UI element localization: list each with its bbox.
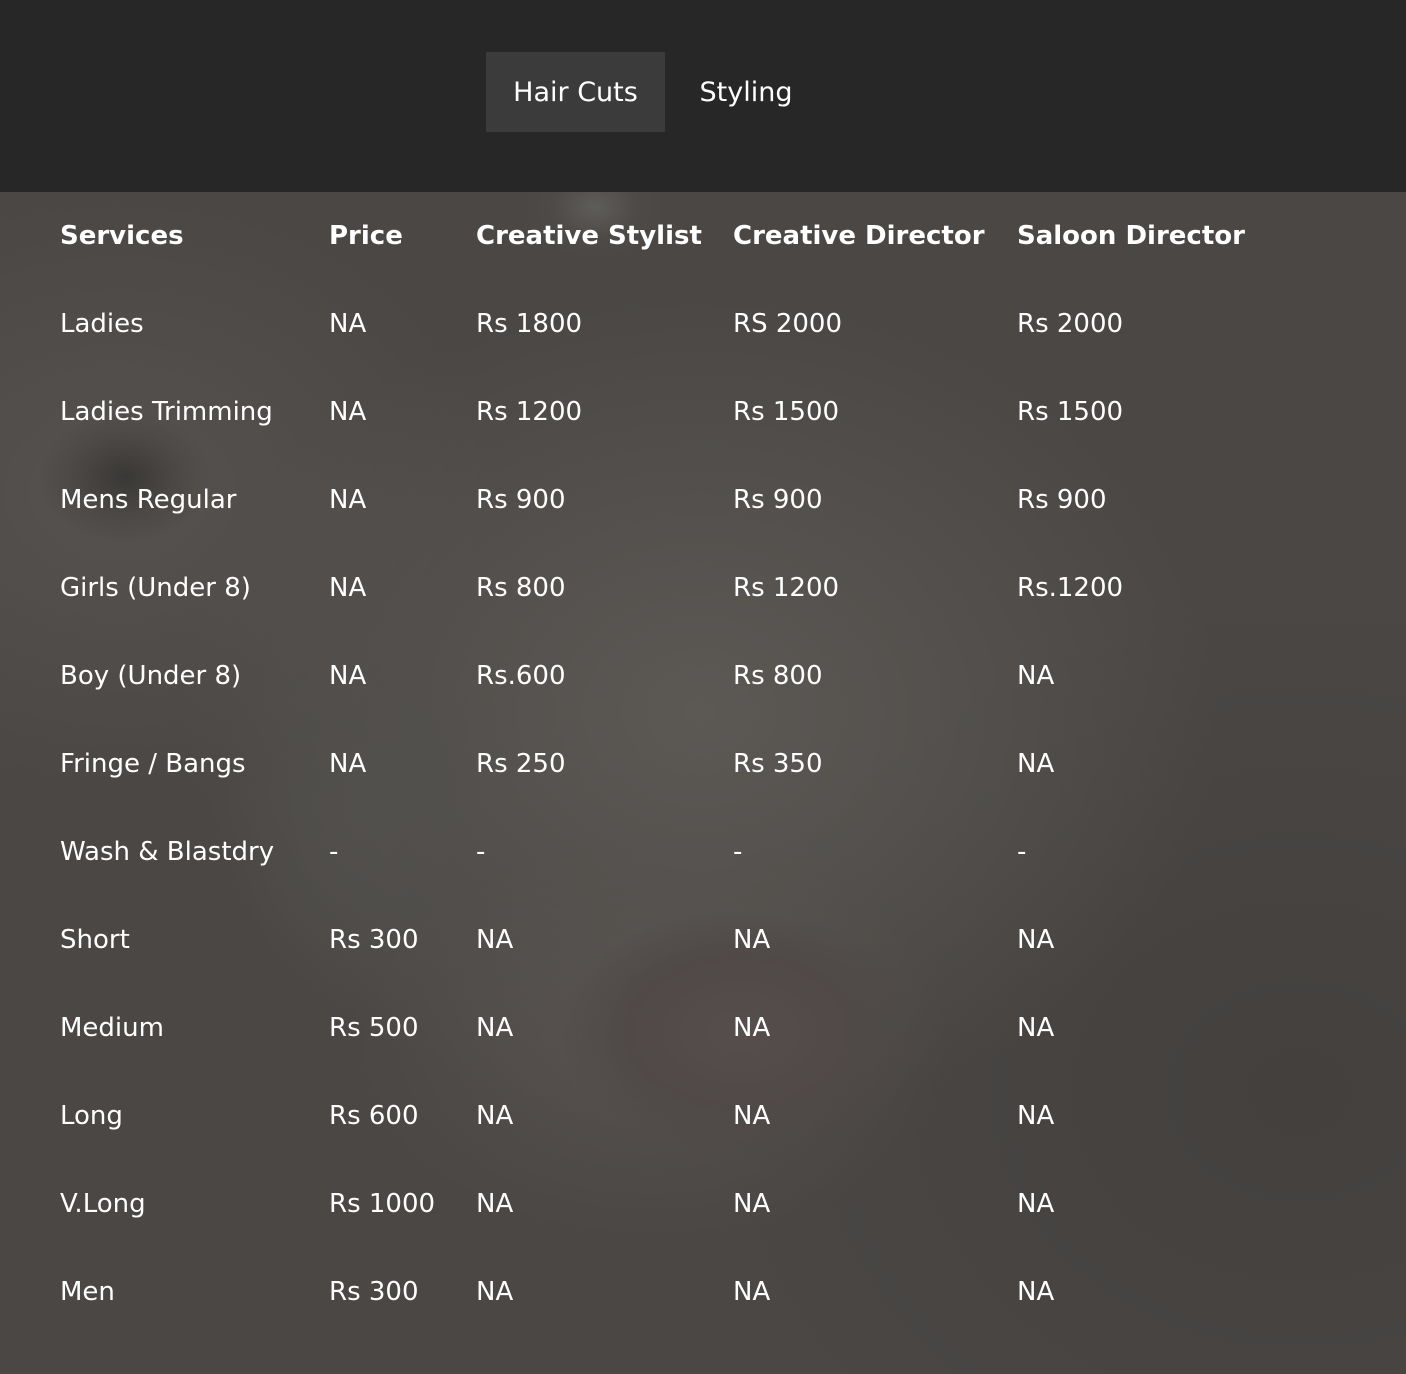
header-creative-director: Creative Director <box>733 221 985 251</box>
saloon-director-cell: Rs.1200 <box>1017 573 1124 603</box>
header-services: Services <box>60 221 184 251</box>
price-table: Services Price Creative Stylist Creative… <box>44 192 1344 1336</box>
header-price: Price <box>329 221 403 251</box>
table-row: V.Long Rs 1000 NA NA NA <box>44 1160 1344 1248</box>
saloon-director-cell: NA <box>1017 925 1055 955</box>
service-cell: Long <box>60 1101 123 1131</box>
creative-stylist-cell: Rs.600 <box>476 661 566 691</box>
creative-stylist-cell: NA <box>476 1013 514 1043</box>
price-cell: NA <box>329 309 367 339</box>
saloon-director-cell: - <box>1017 837 1027 867</box>
saloon-director-cell: Rs 900 <box>1017 485 1107 515</box>
service-cell: Mens Regular <box>60 485 237 515</box>
service-cell: Girls (Under 8) <box>60 573 251 603</box>
saloon-director-cell: Rs 2000 <box>1017 309 1124 339</box>
saloon-director-cell: NA <box>1017 1013 1055 1043</box>
price-cell: NA <box>329 397 367 427</box>
saloon-director-cell: NA <box>1017 1277 1055 1307</box>
service-cell: Wash & Blastdry <box>60 837 275 867</box>
creative-stylist-cell: Rs 800 <box>476 573 566 603</box>
price-cell: NA <box>329 661 367 691</box>
creative-stylist-cell: - <box>476 837 486 867</box>
tab-styling[interactable]: Styling <box>684 52 808 132</box>
creative-stylist-cell: Rs 1200 <box>476 397 583 427</box>
saloon-director-cell: NA <box>1017 661 1055 691</box>
table-row: Girls (Under 8) NA Rs 800 Rs 1200 Rs.120… <box>44 544 1344 632</box>
creative-stylist-cell: Rs 1800 <box>476 309 583 339</box>
creative-stylist-cell: NA <box>476 925 514 955</box>
table-row: Mens Regular NA Rs 900 Rs 900 Rs 900 <box>44 456 1344 544</box>
creative-director-cell: NA <box>733 1189 771 1219</box>
creative-director-cell: NA <box>733 1013 771 1043</box>
creative-director-cell: - <box>733 837 743 867</box>
table-row: Ladies NA Rs 1800 RS 2000 Rs 2000 <box>44 280 1344 368</box>
price-cell: NA <box>329 485 367 515</box>
table-row: Medium Rs 500 NA NA NA <box>44 984 1344 1072</box>
price-cell: NA <box>329 749 367 779</box>
creative-director-cell: RS 2000 <box>733 309 843 339</box>
price-cell: Rs 1000 <box>329 1189 436 1219</box>
saloon-director-cell: NA <box>1017 1101 1055 1131</box>
service-cell: Men <box>60 1277 115 1307</box>
service-cell: V.Long <box>60 1189 146 1219</box>
creative-stylist-cell: Rs 250 <box>476 749 566 779</box>
creative-director-cell: NA <box>733 925 771 955</box>
table-row: Wash & Blastdry - - - - <box>44 808 1344 896</box>
service-cell: Ladies <box>60 309 144 339</box>
saloon-director-cell: Rs 1500 <box>1017 397 1124 427</box>
creative-stylist-cell: Rs 900 <box>476 485 566 515</box>
creative-stylist-cell: NA <box>476 1101 514 1131</box>
header-creative-stylist: Creative Stylist <box>476 221 702 251</box>
service-cell: Short <box>60 925 130 955</box>
service-cell: Fringe / Bangs <box>60 749 246 779</box>
creative-stylist-cell: NA <box>476 1189 514 1219</box>
creative-director-cell: NA <box>733 1277 771 1307</box>
creative-director-cell: Rs 350 <box>733 749 823 779</box>
table-row: Long Rs 600 NA NA NA <box>44 1072 1344 1160</box>
table-header-row: Services Price Creative Stylist Creative… <box>44 192 1344 280</box>
creative-director-cell: Rs 900 <box>733 485 823 515</box>
table-row: Fringe / Bangs NA Rs 250 Rs 350 NA <box>44 720 1344 808</box>
creative-director-cell: Rs 1200 <box>733 573 840 603</box>
price-cell: Rs 300 <box>329 1277 419 1307</box>
price-cell: NA <box>329 573 367 603</box>
service-cell: Ladies Trimming <box>60 397 273 427</box>
service-cell: Boy (Under 8) <box>60 661 242 691</box>
creative-director-cell: NA <box>733 1101 771 1131</box>
tab-bar: Hair Cuts Styling <box>0 0 1406 192</box>
table-row: Men Rs 300 NA NA NA <box>44 1248 1344 1336</box>
price-cell: Rs 300 <box>329 925 419 955</box>
service-cell: Medium <box>60 1013 164 1043</box>
table-row: Ladies Trimming NA Rs 1200 Rs 1500 Rs 15… <box>44 368 1344 456</box>
header-saloon-director: Saloon Director <box>1017 221 1245 251</box>
creative-director-cell: Rs 1500 <box>733 397 840 427</box>
table-row: Short Rs 300 NA NA NA <box>44 896 1344 984</box>
creative-director-cell: Rs 800 <box>733 661 823 691</box>
price-cell: Rs 600 <box>329 1101 419 1131</box>
tab-hair-cuts[interactable]: Hair Cuts <box>486 52 665 132</box>
creative-stylist-cell: NA <box>476 1277 514 1307</box>
saloon-director-cell: NA <box>1017 749 1055 779</box>
price-cell: - <box>329 837 339 867</box>
saloon-director-cell: NA <box>1017 1189 1055 1219</box>
price-cell: Rs 500 <box>329 1013 419 1043</box>
table-row: Boy (Under 8) NA Rs.600 Rs 800 NA <box>44 632 1344 720</box>
